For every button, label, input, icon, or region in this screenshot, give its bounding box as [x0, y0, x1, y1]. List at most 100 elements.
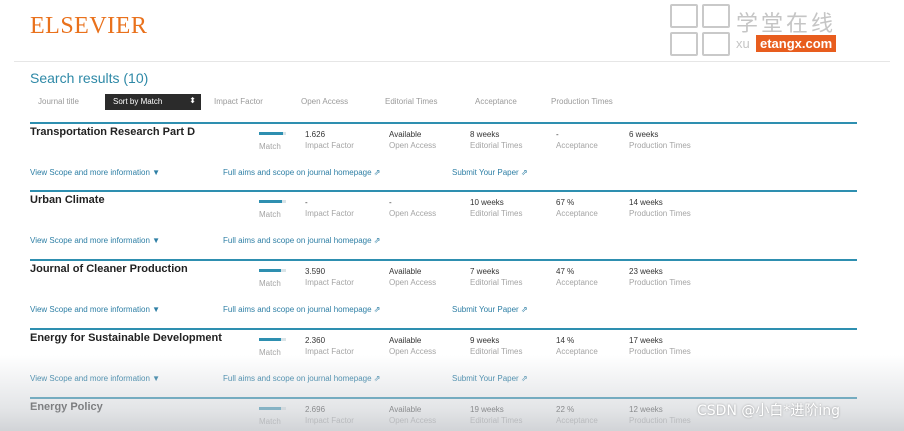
dropdown-arrow-icon: ▼: [152, 236, 161, 245]
match-stat: Match: [259, 346, 281, 357]
journal-title[interactable]: Energy Policy: [30, 402, 235, 413]
match-stat: Match: [259, 277, 281, 288]
acceptance-stat: 47 % Acceptance: [556, 267, 598, 287]
production-times-value: 6 weeks: [629, 130, 659, 139]
match-label: Match: [259, 279, 281, 288]
submit-paper-label: Submit Your Paper: [452, 305, 519, 314]
submit-paper-link[interactable]: Submit Your Paper ⇗: [452, 305, 528, 314]
sort-editorial-times[interactable]: Editorial Times: [385, 97, 437, 106]
journal-divider: [30, 328, 857, 330]
editorial-times-label: Editorial Times: [470, 209, 523, 218]
production-times-label: Production Times: [629, 347, 691, 356]
match-stat: Match: [259, 415, 281, 426]
production-times-label: Production Times: [629, 209, 691, 218]
impact-factor-value: 2.360: [305, 336, 326, 345]
journal-title[interactable]: Urban Climate: [30, 195, 235, 206]
impact-factor-value: -: [305, 198, 308, 207]
open-access-label: Open Access: [389, 209, 437, 218]
full-aims-link[interactable]: Full aims and scope on journal homepage …: [223, 168, 380, 177]
impact-factor-value: 2.696: [305, 405, 326, 414]
open-access-label: Open Access: [389, 347, 437, 356]
journal-divider: [30, 122, 857, 124]
full-aims-link[interactable]: Full aims and scope on journal homepage …: [223, 374, 380, 383]
production-times-value: 23 weeks: [629, 267, 663, 276]
external-link-icon: ⇗: [373, 305, 381, 314]
editorial-times-stat: 9 weeks Editorial Times: [470, 336, 522, 356]
open-access-label: Open Access: [389, 416, 437, 425]
watermark-prefix: xu: [736, 36, 750, 51]
external-link-icon: ⇗: [373, 168, 381, 177]
sort-impact-factor[interactable]: Impact Factor: [214, 97, 263, 106]
match-stat: Match: [259, 208, 281, 219]
editorial-times-stat: 19 weeks Editorial Times: [470, 405, 522, 425]
impact-factor-stat: 3.590 Impact Factor: [305, 267, 354, 287]
submit-paper-link[interactable]: Submit Your Paper ⇗: [452, 374, 528, 383]
sort-by-match-button[interactable]: Sort by Match ⬍: [105, 94, 201, 110]
editorial-times-label: Editorial Times: [470, 141, 523, 150]
journal-title[interactable]: Transportation Research Part D: [30, 127, 235, 138]
sort-acceptance[interactable]: Acceptance: [475, 97, 517, 106]
open-access-stat: Available Open Access: [389, 267, 436, 287]
impact-factor-value: 1.626: [305, 130, 326, 139]
production-times-label: Production Times: [629, 278, 691, 287]
csdn-watermark: CSDN @小白*进阶ing: [697, 403, 841, 419]
acceptance-label: Acceptance: [556, 141, 598, 150]
view-scope-link[interactable]: View Scope and more information ▼: [30, 374, 160, 383]
match-bar: [259, 338, 286, 341]
production-times-stat: 6 weeks Production Times: [629, 130, 691, 150]
impact-factor-label: Impact Factor: [305, 209, 354, 218]
full-aims-label: Full aims and scope on journal homepage: [223, 168, 372, 177]
acceptance-label: Acceptance: [556, 209, 598, 218]
editorial-times-value: 19 weeks: [470, 405, 504, 414]
open-access-label: Open Access: [389, 141, 437, 150]
production-times-stat: 23 weeks Production Times: [629, 267, 691, 287]
production-times-value: 12 weeks: [629, 405, 663, 414]
full-aims-label: Full aims and scope on journal homepage: [223, 374, 372, 383]
open-access-stat: Available Open Access: [389, 405, 436, 425]
acceptance-label: Acceptance: [556, 278, 598, 287]
impact-factor-stat: 1.626 Impact Factor: [305, 130, 354, 150]
acceptance-label: Acceptance: [556, 347, 598, 356]
open-access-stat: - Open Access: [389, 198, 436, 218]
match-label: Match: [259, 417, 281, 426]
sort-production-times[interactable]: Production Times: [551, 97, 613, 106]
sort-open-access[interactable]: Open Access: [301, 97, 348, 106]
journal-divider: [30, 190, 857, 192]
match-bar-fill: [259, 132, 284, 135]
view-scope-label: View Scope and more information: [30, 305, 150, 314]
open-access-value: Available: [389, 130, 422, 139]
dropdown-arrow-icon: ▼: [152, 305, 161, 314]
impact-factor-stat: - Impact Factor: [305, 198, 354, 218]
sort-journal-title[interactable]: Journal title: [38, 97, 79, 106]
view-scope-link[interactable]: View Scope and more information ▼: [30, 168, 160, 177]
editorial-times-label: Editorial Times: [470, 278, 523, 287]
external-link-icon: ⇗: [373, 374, 381, 383]
journal-title[interactable]: Energy for Sustainable Development: [30, 333, 235, 344]
match-bar: [259, 269, 286, 272]
match-label: Match: [259, 210, 281, 219]
results-title: Search results (10): [30, 70, 149, 86]
open-access-label: Open Access: [389, 278, 437, 287]
open-access-value: -: [389, 198, 392, 207]
production-times-stat: 14 weeks Production Times: [629, 198, 691, 218]
acceptance-stat: 22 % Acceptance: [556, 405, 598, 425]
view-scope-link[interactable]: View Scope and more information ▼: [30, 236, 160, 245]
journal-divider: [30, 259, 857, 261]
editorial-times-value: 10 weeks: [470, 198, 504, 207]
acceptance-value: 67 %: [556, 198, 575, 207]
submit-paper-link[interactable]: Submit Your Paper ⇗: [452, 168, 528, 177]
production-times-label: Production Times: [629, 416, 691, 425]
open-access-value: Available: [389, 405, 422, 414]
full-aims-link[interactable]: Full aims and scope on journal homepage …: [223, 236, 380, 245]
view-scope-label: View Scope and more information: [30, 168, 150, 177]
elsevier-logo[interactable]: ELSEVIER: [30, 13, 147, 40]
journal-title[interactable]: Journal of Cleaner Production: [30, 264, 235, 275]
acceptance-stat: - Acceptance: [556, 130, 598, 150]
view-scope-link[interactable]: View Scope and more information ▼: [30, 305, 160, 314]
full-aims-link[interactable]: Full aims and scope on journal homepage …: [223, 305, 380, 314]
editorial-times-stat: 8 weeks Editorial Times: [470, 130, 522, 150]
impact-factor-stat: 2.696 Impact Factor: [305, 405, 354, 425]
dropdown-arrow-icon: ▼: [152, 168, 161, 177]
match-bar-fill: [259, 200, 282, 203]
sort-by-match-label: Sort by Match: [113, 97, 163, 106]
